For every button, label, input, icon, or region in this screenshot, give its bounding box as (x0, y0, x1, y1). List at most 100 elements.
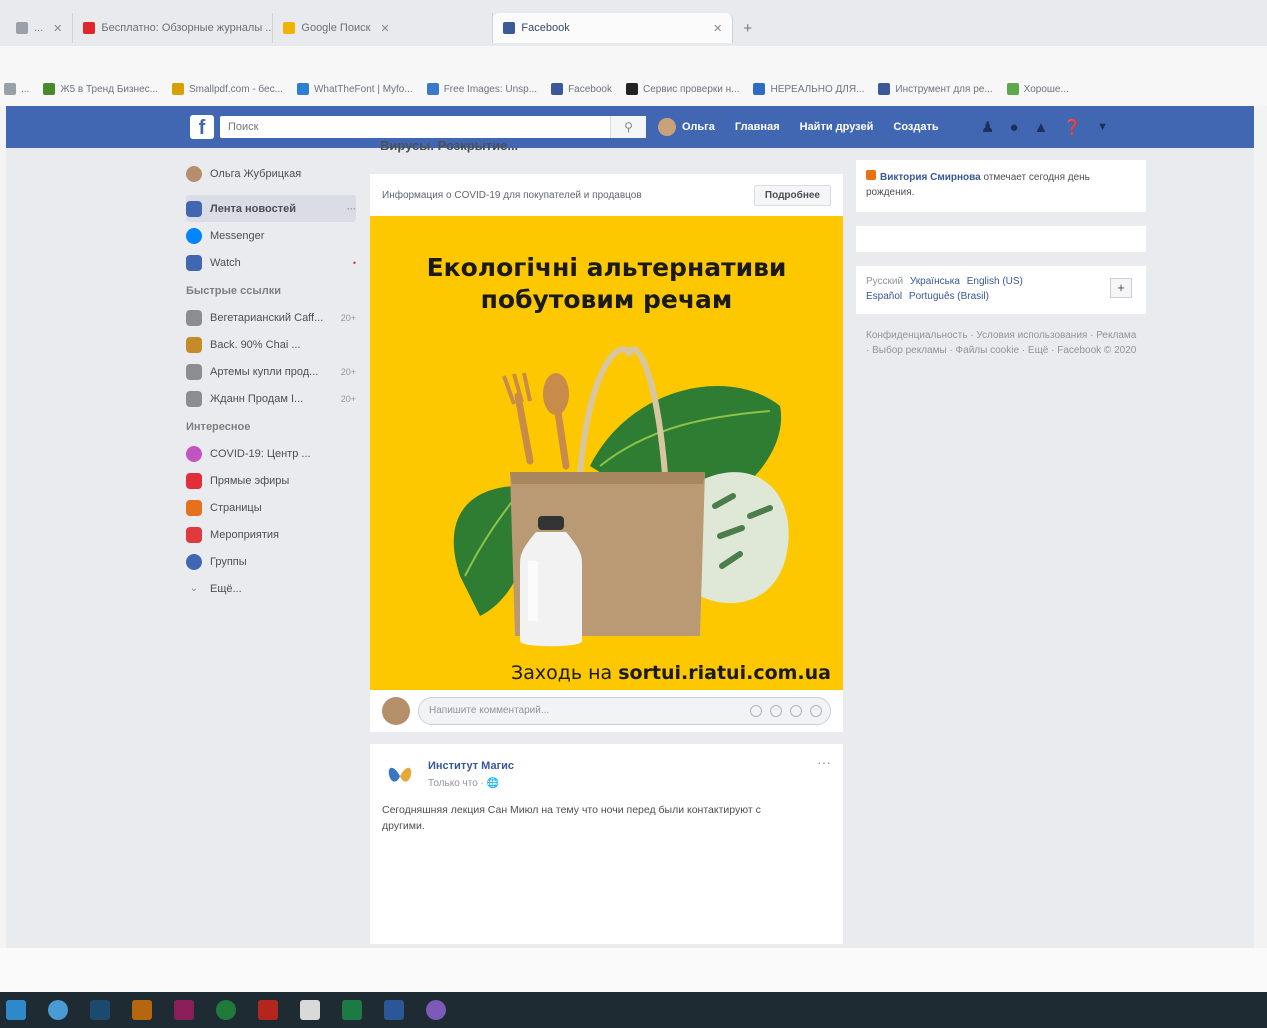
bookmark-icon (1006, 83, 1019, 95)
sidebar-item-events[interactable]: Мероприятия (186, 521, 356, 548)
post-options-button[interactable]: ··· (817, 754, 831, 770)
ad-url-link[interactable]: sortui.riatui.com.ua (618, 662, 831, 684)
sidebar-item-news-feed[interactable]: Лента новостей ··· (186, 195, 356, 222)
bookmark-item[interactable]: Инструмент для ре... (878, 83, 993, 95)
help-icon[interactable]: ❓ (1063, 118, 1082, 136)
notes-icon[interactable] (300, 1000, 320, 1020)
sidebar-item-profile[interactable]: Ольга Жубрицкая (186, 160, 356, 187)
viber-icon[interactable] (426, 1000, 446, 1020)
browser-tab-bar: ...✕ Бесплатно: Обзорные журналы ...✕ Go… (0, 0, 1267, 46)
news-feed-icon (186, 200, 202, 217)
corel-icon[interactable] (216, 1000, 236, 1020)
left-sidebar: Ольга Жубрицкая Лента новостей ··· Messen… (186, 160, 356, 602)
group-icon (186, 390, 202, 407)
language-link[interactable]: Українська (910, 276, 960, 287)
browser-tab[interactable]: ... ✕ (6, 13, 74, 43)
header-nav: Ольга Главная Найти друзей Создать (658, 106, 939, 148)
post-author[interactable]: Институт Магис (428, 760, 514, 772)
nav-create[interactable]: Создать (893, 121, 938, 133)
post-timestamp[interactable]: Только что · 🌐 (428, 778, 499, 789)
covid-info-bar: Информация о COVID-19 для покупателей и … (370, 174, 843, 216)
sidebar-item-shortcut[interactable]: Back. 90% Chai ... (186, 331, 356, 358)
friends-icon[interactable]: ♟ (981, 118, 994, 136)
bookmark-item[interactable]: WhatTheFont | Myfo... (296, 83, 413, 95)
facebook-logo[interactable]: f (190, 115, 214, 139)
language-link[interactable]: Português (Brasil) (909, 291, 989, 302)
tab-favicon-icon (16, 22, 28, 34)
close-tab-icon[interactable]: ✕ (380, 22, 389, 35)
calendar-icon (186, 526, 202, 543)
comment-composer: Напишите комментарий... (370, 690, 843, 732)
birthday-name[interactable]: Виктория Смирнова (880, 172, 981, 183)
address-bar-area[interactable] (0, 46, 1267, 72)
camera-icon[interactable] (770, 705, 782, 717)
footer-links[interactable]: Конфиденциальность · Условия использован… (866, 328, 1141, 358)
facebook-header: f ⚲ Ольга Главная Найти друзей Создать ♟… (6, 106, 1254, 148)
sidebar-item-messenger[interactable]: Messenger (186, 222, 356, 249)
bookmark-item[interactable]: Free Images: Unsp... (426, 83, 537, 95)
sidebar-item-groups[interactable]: Группы (186, 548, 356, 575)
search-input[interactable] (220, 116, 646, 138)
bookmark-item[interactable]: ... (4, 83, 29, 95)
chevron-down-icon[interactable]: ▼ (1097, 121, 1108, 133)
page-avatar-butterfly-icon[interactable] (384, 758, 416, 790)
search-icon[interactable]: ⚲ (610, 116, 646, 138)
language-link[interactable]: Español (866, 291, 902, 302)
gif-icon[interactable] (790, 705, 802, 717)
acrobat-icon[interactable] (258, 1000, 278, 1020)
bookmark-item[interactable]: Ж5 в Тренд Бизнес... (43, 83, 158, 95)
photoshop-icon[interactable] (90, 1000, 110, 1020)
bookmark-icon (878, 83, 891, 95)
shortcuts-heading: Быстрые ссылки (186, 285, 281, 297)
word-icon[interactable] (384, 1000, 404, 1020)
close-tab-icon[interactable]: ✕ (713, 22, 722, 35)
sidebar-item-pages[interactable]: Страницы (186, 494, 356, 521)
sidebar-item-live[interactable]: Прямые эфиры (186, 467, 356, 494)
notifications-icon[interactable]: ▲ (1034, 119, 1049, 136)
messenger-icon[interactable]: ● (1009, 119, 1018, 136)
sidebar-item-shortcut[interactable]: Артемы купли прод... 20+ (186, 358, 356, 385)
language-link[interactable]: English (US) (967, 276, 1023, 287)
comment-input[interactable]: Напишите комментарий... (418, 697, 831, 725)
groups-icon (186, 553, 202, 570)
browser-tab[interactable]: Бесплатно: Обзорные журналы ...✕ (73, 13, 274, 43)
nav-find-friends[interactable]: Найти друзей (800, 121, 874, 133)
sidebar-item-covid[interactable]: COVID-19: Центр ... (186, 440, 356, 467)
browser-tab[interactable]: Google Поиск ✕ (273, 13, 494, 43)
sidebar-item-shortcut[interactable]: Жданн Продам І... 20+ (186, 385, 356, 412)
pages-flag-icon (186, 499, 202, 516)
indesign-icon[interactable] (174, 1000, 194, 1020)
sidebar-item-watch[interactable]: Watch • (186, 249, 356, 276)
bookmark-icon (753, 83, 766, 95)
birthday-card[interactable]: Виктория Смирнова отмечает сегодня день … (856, 160, 1146, 212)
bookmark-item[interactable]: Сервис проверки н... (626, 83, 739, 95)
close-tab-icon[interactable]: ✕ (53, 22, 62, 35)
ad-cta: Заходь на sortui.riatui.com.ua (511, 662, 831, 684)
add-language-button[interactable]: + (1110, 278, 1132, 298)
illustrator-icon[interactable] (132, 1000, 152, 1020)
eco-products-illustration (453, 346, 789, 647)
group-icon (186, 363, 202, 380)
sticker-icon[interactable] (810, 705, 822, 717)
ad-image[interactable]: Екологічні альтернативи побутовим речам … (370, 216, 843, 690)
tool-icon (186, 336, 202, 353)
nav-home[interactable]: Главная (735, 121, 780, 133)
bookmark-item[interactable]: НЕРЕАЛЬНО ДЛЯ... (753, 83, 864, 95)
excel-icon[interactable] (342, 1000, 362, 1020)
profile-link[interactable]: Ольга (658, 118, 715, 136)
new-tab-button[interactable]: + (743, 20, 752, 37)
bookmark-icon (626, 83, 638, 95)
chrome-icon[interactable] (48, 1000, 68, 1020)
bookmark-item[interactable]: Facebook (551, 83, 612, 95)
learn-more-button[interactable]: Подробнее (753, 184, 831, 206)
start-icon[interactable] (6, 1000, 26, 1020)
tab-favicon-icon (283, 22, 296, 34)
bookmark-icon (426, 83, 439, 95)
bookmark-item[interactable]: Хороше... (1006, 83, 1069, 95)
os-taskbar (0, 992, 1267, 1028)
sidebar-item-shortcut[interactable]: Вегетарианский Caff... 20+ (186, 304, 356, 331)
sidebar-item-more[interactable]: ⌄ Ещё... (186, 575, 356, 602)
emoji-icon[interactable] (750, 705, 762, 717)
browser-tab-active[interactable]: Facebook ✕ (493, 13, 734, 43)
bookmark-item[interactable]: Smallpdf.com - бес... (171, 83, 283, 95)
